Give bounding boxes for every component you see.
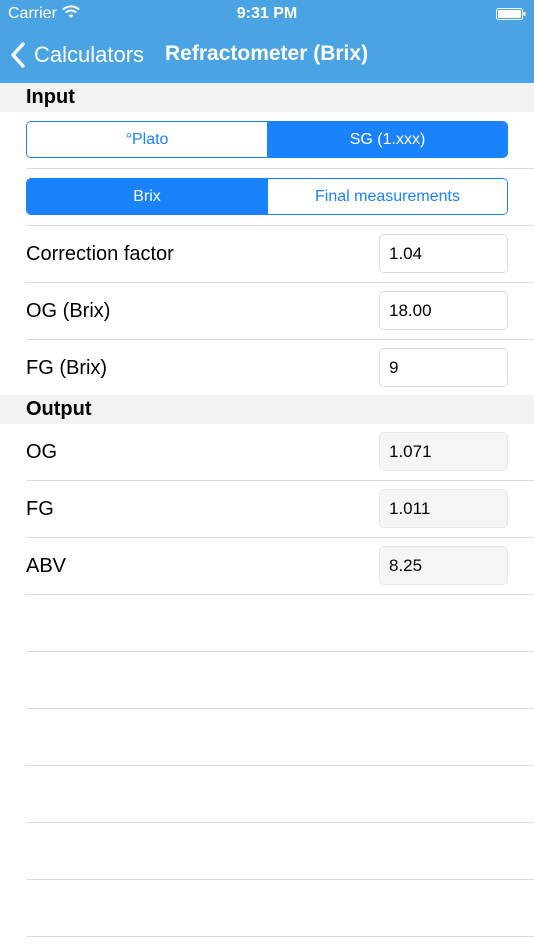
back-button-label: Calculators (34, 42, 145, 67)
empty-row-separator (26, 936, 534, 937)
correction-factor-row: Correction factor (0, 226, 534, 283)
og-output-field (379, 432, 508, 471)
empty-row-separator (26, 822, 534, 823)
status-time: 9:31 PM (236, 5, 298, 22)
og-brix-row: OG (Brix) (0, 283, 534, 340)
chevron-left-icon (11, 42, 25, 68)
og-output-row: OG (0, 424, 534, 481)
segment-plato[interactable]: °Plato (27, 122, 267, 157)
measurement-mode-row: Brix Final measurements (0, 169, 534, 226)
back-button[interactable]: Calculators (10, 36, 144, 74)
empty-row-separator (26, 765, 534, 766)
og-brix-label: OG (Brix) (26, 300, 111, 322)
output-section-title: Output (26, 398, 92, 420)
og-brix-input[interactable] (379, 291, 508, 330)
segment-sg[interactable]: SG (1.xxx) (267, 122, 507, 157)
output-section-header: Output (0, 395, 534, 424)
empty-row-separator (26, 651, 534, 652)
empty-row-separator (26, 879, 534, 880)
navigation-bar: Calculators Refractometer (Brix) (0, 28, 534, 83)
segment-final-measurements[interactable]: Final measurements (267, 179, 507, 214)
input-section-header: Input (0, 83, 534, 112)
correction-factor-input[interactable] (379, 234, 508, 273)
status-bar: Carrier 9:31 PM (0, 0, 534, 28)
fg-brix-input[interactable] (379, 348, 508, 387)
fg-output-row: FG (0, 481, 534, 538)
abv-output-row: ABV (0, 538, 534, 595)
measurement-mode-segmented-control: Brix Final measurements (26, 178, 508, 215)
input-section-title: Input (26, 86, 75, 108)
fg-output-field (379, 489, 508, 528)
fg-brix-label: FG (Brix) (26, 357, 108, 379)
correction-factor-label: Correction factor (26, 243, 174, 265)
og-output-label: OG (26, 441, 58, 463)
gravity-unit-segmented-control: °Plato SG (1.xxx) (26, 121, 508, 158)
abv-output-field (379, 546, 508, 585)
empty-row-separator (26, 708, 534, 709)
page-title: Refractometer (Brix) (165, 42, 369, 65)
gravity-unit-row: °Plato SG (1.xxx) (0, 112, 534, 169)
fg-output-label: FG (26, 498, 54, 520)
fg-brix-row: FG (Brix) (0, 340, 534, 397)
abv-output-label: ABV (26, 555, 67, 577)
battery-icon (496, 8, 526, 20)
top-bar: Carrier 9:31 PM Calculators Refractomete… (0, 0, 534, 83)
segment-brix[interactable]: Brix (27, 179, 267, 214)
